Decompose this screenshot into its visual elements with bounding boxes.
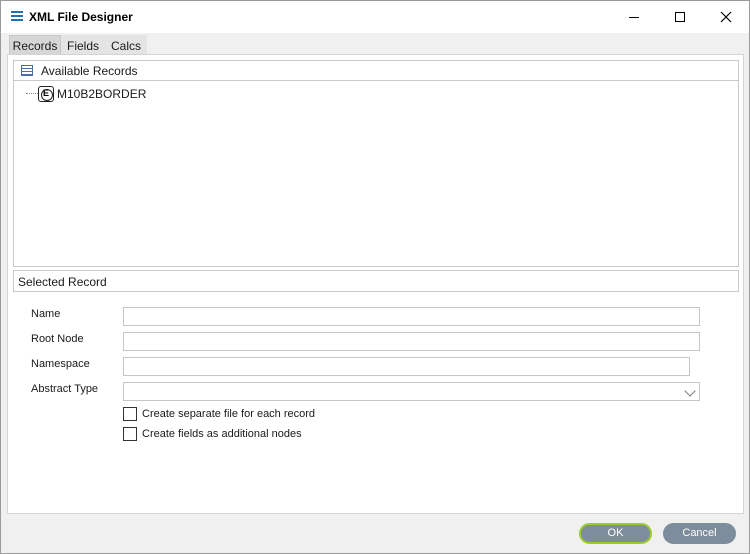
separate-file-checkbox[interactable] xyxy=(123,407,137,421)
tree-node-label: M10B2BORDER xyxy=(57,87,147,101)
minimize-button[interactable] xyxy=(611,1,657,33)
tab-records[interactable]: Records xyxy=(9,35,61,55)
root-node-field[interactable] xyxy=(123,332,700,351)
app-menu-icon[interactable] xyxy=(11,11,23,22)
namespace-field[interactable] xyxy=(123,357,690,376)
maximize-button[interactable] xyxy=(657,1,703,33)
available-records-tree[interactable]: Available Records E M10B2BORDER xyxy=(13,60,739,267)
table-icon xyxy=(21,65,33,76)
tree-header-label: Available Records xyxy=(41,64,138,78)
name-label: Name xyxy=(31,308,61,320)
selected-record-label: Selected Record xyxy=(18,275,107,289)
element-node-icon: E xyxy=(38,86,54,102)
title-bar: XML File Designer xyxy=(1,1,749,33)
tab-calcs[interactable]: Calcs xyxy=(105,35,147,55)
window-title: XML File Designer xyxy=(29,10,133,24)
tree-node[interactable]: E M10B2BORDER xyxy=(14,85,314,103)
namespace-label: Namespace xyxy=(31,358,90,370)
abstract-type-select[interactable] xyxy=(123,382,700,401)
abstract-type-label: Abstract Type xyxy=(31,383,99,395)
minimize-icon xyxy=(629,16,639,18)
tab-fields[interactable]: Fields xyxy=(61,35,105,55)
chevron-down-icon xyxy=(684,385,696,397)
records-panel: Available Records E M10B2BORDER Selected… xyxy=(7,54,744,514)
ok-button[interactable]: OK xyxy=(579,523,652,544)
maximize-icon xyxy=(675,12,685,22)
additional-nodes-checkbox[interactable] xyxy=(123,427,137,441)
cancel-button[interactable]: Cancel xyxy=(663,523,736,544)
separate-file-label: Create separate file for each record xyxy=(142,408,316,420)
tree-connector-line xyxy=(26,93,38,94)
name-field[interactable] xyxy=(123,307,700,326)
close-icon xyxy=(720,11,732,23)
selected-record-header: Selected Record xyxy=(13,270,739,292)
tree-header: Available Records xyxy=(14,61,738,81)
close-button[interactable] xyxy=(703,1,749,33)
xml-file-designer-window: XML File Designer Records Fields Calcs A… xyxy=(0,0,750,554)
additional-nodes-label: Create fields as additional nodes xyxy=(142,428,302,440)
root-node-label: Root Node xyxy=(31,333,84,345)
